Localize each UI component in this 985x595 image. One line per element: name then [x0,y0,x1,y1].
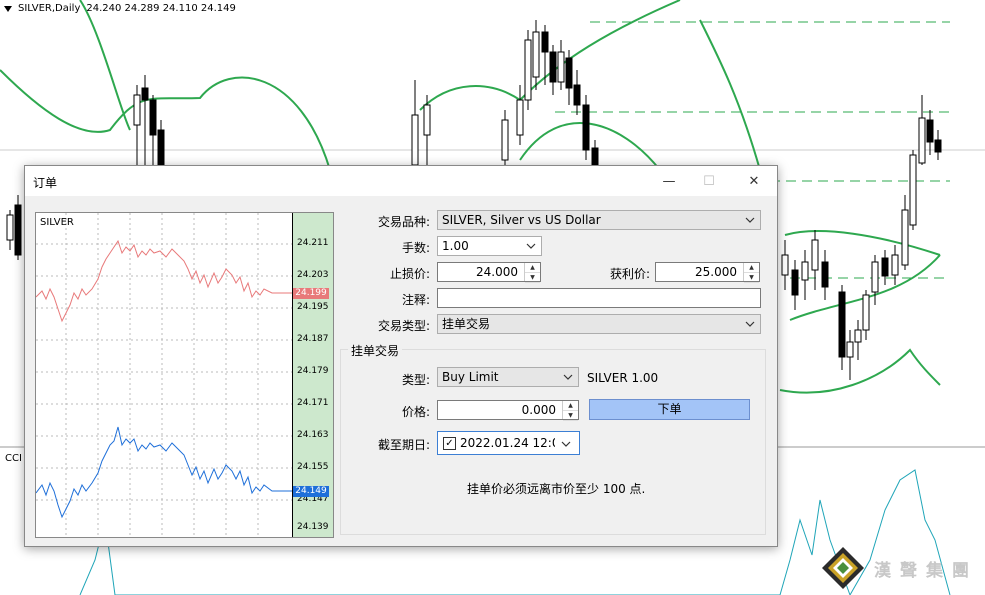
price-tick: 24.179 [297,366,329,376]
volume-select-value: 1.00 [442,239,469,253]
chart-ohlc: 24.240 24.289 24.110 24.149 [86,3,236,14]
chevron-down-icon [562,368,574,386]
ask-price-tag: 24.199 [293,288,329,299]
dialog-title: 订单 [33,176,58,190]
volume-select[interactable]: 1.00 [437,236,542,256]
pending-order-hint: 挂单价必须远离市价至少 100 点. [467,482,646,496]
price-tick: 24.139 [297,522,329,532]
stop-loss-input[interactable]: 24.000 ▲ ▼ [437,262,541,283]
minimize-button[interactable]: — [658,171,680,191]
stop-loss-value: 24.000 [476,265,518,279]
maximize-button[interactable]: ☐ [698,171,720,191]
pending-symbol-info: SILVER 1.00 [587,371,659,385]
dialog-titlebar[interactable]: 订单 — ☐ ✕ [25,166,777,196]
pending-order-group-title: 挂单交易 [348,342,403,359]
price-spinner[interactable]: ▲ ▼ [562,401,578,421]
price-input[interactable]: 0.000 ▲ ▼ [437,400,579,421]
chevron-down-icon [525,237,537,255]
comment-label: 注释: [401,293,430,307]
tick-chart-plot: SILVER [36,213,293,537]
place-order-button[interactable]: 下单 [589,399,750,420]
watermark-text: 漢聲集團 [874,560,978,581]
ask-line [36,239,292,323]
bid-price-tag: 24.149 [293,486,329,497]
pending-type-label: 类型: [401,373,430,387]
price-tick: 24.187 [297,334,329,344]
stop-loss-label: 止损价: [389,267,430,281]
take-profit-input[interactable]: 25.000 ▲ ▼ [655,262,760,283]
chevron-down-icon [744,315,756,333]
take-profit-value: 25.000 [695,265,737,279]
tick-chart: SILVER 24.211 24.203 24.195 24.187 24.17… [35,212,334,538]
price-tick: 24.203 [297,270,329,280]
expiry-checkbox[interactable]: ✓ [443,437,456,450]
price-tick: 24.211 [297,238,329,248]
take-profit-spinner[interactable]: ▲ ▼ [743,263,759,283]
symbol-select-value: SILVER, Silver vs US Dollar [442,213,601,227]
order-type-select[interactable]: 挂单交易 [437,314,761,334]
pending-type-value: Buy Limit [442,370,499,384]
watermark: 漢聲集團 [820,545,978,591]
chevron-down-icon[interactable] [561,432,571,454]
stop-loss-spinner[interactable]: ▲ ▼ [524,263,540,283]
expiry-date-picker[interactable]: ✓ 2022.01.24 12:05 [437,431,580,455]
price-value: 0.000 [521,403,556,417]
symbol-select[interactable]: SILVER, Silver vs US Dollar [437,210,761,230]
tick-chart-symbol: SILVER [40,217,74,228]
tick-chart-price-axis: 24.211 24.203 24.195 24.187 24.179 24.17… [293,213,333,537]
chart-symbol-timeframe: SILVER,Daily [18,3,81,14]
volume-label: 手数: [401,241,430,255]
order-type-label: 交易类型: [377,319,430,333]
cci-indicator-label: CCI [5,453,22,464]
price-tick: 24.171 [297,398,329,408]
comment-input[interactable] [437,288,761,308]
price-tick: 24.163 [297,430,329,440]
tick-chart-lines [36,213,292,537]
order-type-value: 挂单交易 [442,317,491,331]
order-dialog: 订单 — ☐ ✕ SILVER 24.211 24.203 24.195 24.… [24,165,778,547]
chart-header: SILVER,Daily 24.240 24.289 24.110 24.149 [4,3,236,14]
expiry-label: 截至期日: [377,438,430,452]
pending-type-select[interactable]: Buy Limit [437,367,579,387]
symbol-label: 交易品种: [377,215,430,229]
close-button[interactable]: ✕ [743,171,765,191]
take-profit-label: 获利价: [609,267,650,281]
bid-line [36,426,292,519]
chevron-down-icon [744,211,756,229]
price-tick: 24.195 [297,302,329,312]
price-tick: 24.155 [297,462,329,472]
diamond-logo-icon [822,547,864,589]
expiry-date-value: 2022.01.24 12:05 [460,436,555,450]
dropdown-triangle-icon[interactable] [4,5,12,12]
price-label: 价格: [401,405,430,419]
